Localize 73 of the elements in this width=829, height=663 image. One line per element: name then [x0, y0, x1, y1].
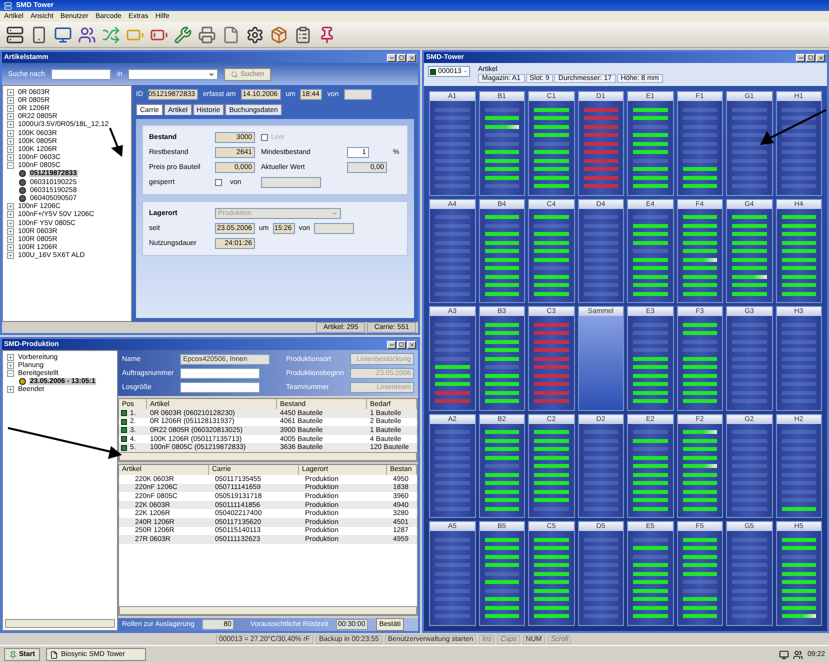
expand-icon[interactable] — [7, 220, 14, 227]
close-icon — [408, 342, 414, 348]
maximize-icon — [399, 342, 404, 347]
expand-icon[interactable] — [7, 138, 14, 145]
annotation-arrow — [760, 109, 826, 145]
printer-icon[interactable] — [198, 26, 216, 44]
settings-icon[interactable] — [246, 26, 264, 44]
expand-icon[interactable] — [7, 121, 14, 128]
expand-icon[interactable] — [7, 228, 14, 235]
minimize-button[interactable] — [387, 340, 396, 348]
minimize-icon — [388, 54, 394, 60]
close-icon — [818, 54, 824, 60]
pin-icon — [9, 650, 17, 658]
wrench-icon[interactable] — [174, 26, 192, 44]
server-icon[interactable] — [6, 26, 24, 44]
users-icon[interactable] — [78, 26, 96, 44]
expand-icon[interactable] — [7, 386, 14, 394]
minimize-icon — [388, 342, 394, 348]
minimize-button[interactable] — [796, 54, 805, 62]
expand-icon[interactable] — [7, 211, 14, 218]
maximize-icon — [399, 55, 404, 60]
collapse-icon[interactable] — [7, 370, 14, 377]
chevron-down-icon — [463, 68, 468, 75]
network-icon — [779, 650, 790, 660]
document-icon — [50, 650, 58, 658]
annotation-arrow — [109, 128, 123, 157]
user-field — [261, 177, 321, 188]
search-field[interactable] — [50, 68, 111, 80]
maximize-button[interactable] — [397, 54, 406, 62]
maximize-button[interactable] — [397, 340, 406, 348]
minimize-icon — [798, 54, 804, 60]
maximize-button[interactable] — [806, 54, 815, 62]
clipboard-icon[interactable] — [294, 26, 312, 44]
status-icon — [430, 68, 436, 74]
expand-icon[interactable] — [7, 252, 14, 260]
reel-icon — [19, 378, 26, 386]
maximize-icon — [808, 55, 813, 60]
close-button[interactable] — [407, 54, 416, 62]
expand-icon[interactable] — [7, 88, 14, 96]
monitor-icon[interactable] — [54, 26, 72, 44]
close-button[interactable] — [407, 340, 416, 348]
expand-icon[interactable] — [7, 104, 14, 112]
close-button[interactable] — [816, 54, 825, 62]
collapse-icon[interactable] — [7, 162, 14, 170]
lot-field[interactable] — [180, 382, 260, 393]
checkbox[interactable] — [215, 179, 222, 186]
document-icon[interactable] — [222, 26, 240, 44]
close-icon — [408, 54, 414, 60]
user-field — [344, 89, 372, 100]
shuffle-icon[interactable] — [102, 26, 120, 44]
expand-icon[interactable] — [7, 203, 14, 210]
user-field — [314, 223, 354, 234]
expand-icon[interactable] — [7, 236, 14, 243]
expand-icon[interactable] — [7, 154, 14, 162]
checkbox[interactable] — [261, 134, 268, 141]
field-select[interactable] — [128, 68, 218, 80]
expand-icon[interactable] — [7, 113, 14, 120]
package-icon[interactable] — [270, 26, 288, 44]
users-icon — [793, 650, 804, 660]
search-icon — [231, 70, 238, 78]
chevron-down-icon — [208, 70, 216, 78]
expand-icon[interactable] — [7, 362, 14, 369]
minimize-button[interactable] — [387, 54, 396, 62]
expand-icon[interactable] — [7, 96, 14, 104]
app-icon — [4, 2, 12, 10]
expand-icon[interactable] — [7, 244, 14, 252]
expand-icon[interactable] — [7, 130, 14, 137]
order-field[interactable] — [180, 368, 260, 379]
device-icon[interactable] — [30, 26, 48, 44]
chevron-down-icon — [331, 210, 338, 217]
pin-icon[interactable] — [318, 26, 336, 44]
expand-icon[interactable] — [7, 354, 14, 361]
expand-icon[interactable] — [7, 146, 14, 153]
